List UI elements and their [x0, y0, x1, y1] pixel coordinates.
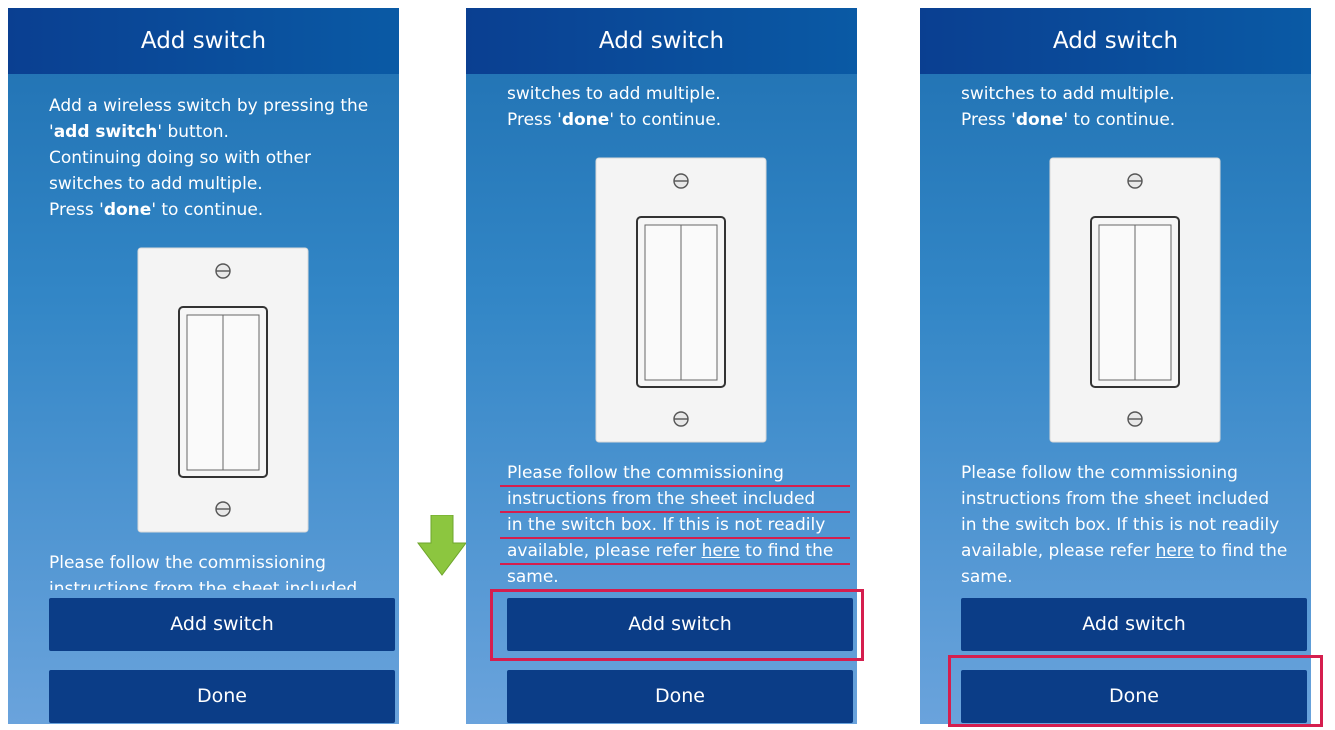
done-button[interactable]: Done [507, 670, 853, 723]
instructions-text: switches to add multiple. Press 'done' t… [961, 84, 1176, 130]
highlight-box [948, 655, 1323, 727]
done-button[interactable]: Done [49, 670, 395, 723]
down-arrow-icon [417, 515, 467, 576]
highlight-underline [500, 563, 850, 565]
commissioning-text: Please follow the commissioning instruct… [507, 463, 834, 587]
switch-plate-icon [595, 157, 767, 443]
page-title: Add switch [920, 8, 1311, 74]
instructions-text: Add a wireless switch by pressing the 'a… [49, 96, 369, 220]
switch-plate-icon [137, 247, 309, 533]
commissioning-text: Please follow the commissioning instruct… [49, 553, 358, 590]
commissioning-text: Please follow the commissioning instruct… [961, 463, 1288, 587]
page-title: Add switch [8, 8, 399, 74]
page-title: Add switch [466, 8, 857, 74]
switch-plate-icon [1049, 157, 1221, 443]
add-switch-button[interactable]: Add switch [49, 598, 395, 651]
screen-1: Add switch Add a wireless switch by pres… [8, 8, 399, 724]
here-link[interactable]: here [702, 541, 740, 561]
screen-3: Add switch switches to add multiple. Pre… [920, 8, 1311, 724]
highlight-underline [500, 511, 850, 513]
highlight-underline [500, 485, 850, 487]
highlight-underline [500, 537, 850, 539]
instructions-text: switches to add multiple. Press 'done' t… [507, 84, 722, 130]
highlight-box [490, 589, 864, 661]
add-switch-button[interactable]: Add switch [961, 598, 1307, 651]
here-link[interactable]: here [1156, 541, 1194, 561]
